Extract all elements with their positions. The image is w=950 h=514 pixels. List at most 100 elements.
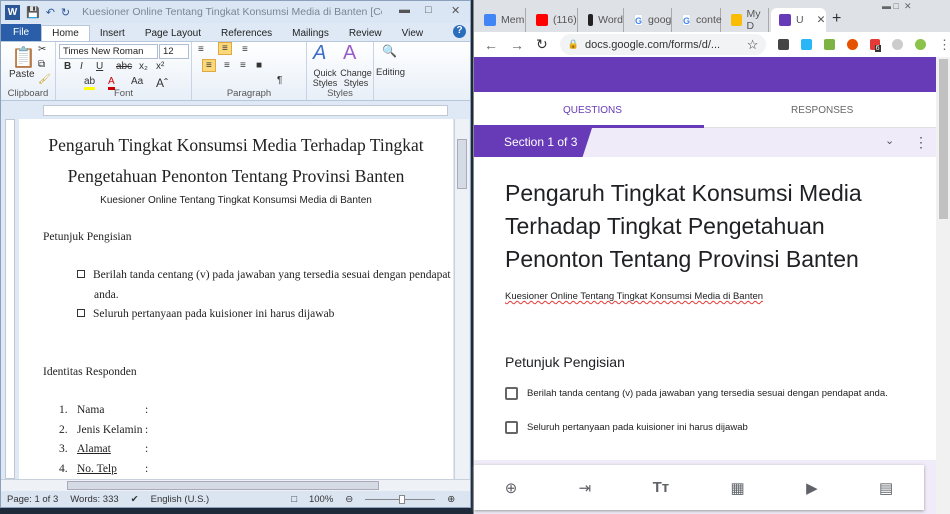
form-description[interactable]: Kuesioner Online Tentang Tingkat Konsums… <box>505 291 763 302</box>
form-title[interactable]: Pengaruh Tingkat Konsumsi Media Terhadap… <box>505 177 905 276</box>
show-marks-button[interactable]: ¶ <box>277 75 282 86</box>
browser-tab[interactable]: U ✕ <box>771 8 826 32</box>
multilevel-list-button[interactable]: ≡ <box>242 44 248 55</box>
checkbox-icon[interactable] <box>505 387 518 400</box>
tab-page-layout[interactable]: Page Layout <box>135 26 211 41</box>
align-right-button[interactable]: ≡ <box>240 60 246 71</box>
paste-button[interactable]: Paste <box>9 69 35 80</box>
add-video-icon[interactable]: ▶ <box>806 479 818 497</box>
close-tab-icon[interactable]: ✕ <box>817 14 826 26</box>
change-styles-icon[interactable]: A <box>343 42 356 65</box>
forward-icon[interactable]: → <box>510 37 524 53</box>
tab-favicon-icon <box>484 14 496 26</box>
add-section-icon[interactable]: ▤ <box>879 479 893 497</box>
word-count[interactable]: Words: 333 <box>70 494 118 505</box>
print-layout-icon[interactable]: □ <box>291 494 297 505</box>
italic-button[interactable]: I <box>80 61 83 72</box>
checkbox-icon[interactable] <box>505 421 518 434</box>
browser-tab[interactable]: My D <box>723 8 769 32</box>
browser-tab[interactable]: Word <box>580 8 624 32</box>
window-controls[interactable]: ▬ □ ✕ <box>882 1 911 12</box>
option-1[interactable]: Berilah tanda centang (v) pada jawaban y… <box>505 387 888 400</box>
bold-button[interactable]: B <box>64 61 71 72</box>
quick-styles-icon[interactable]: A <box>313 42 326 65</box>
font-name-select[interactable]: Times New Roman <box>59 44 158 59</box>
browser-scrollbar[interactable] <box>936 57 950 514</box>
close-button[interactable]: ✕ <box>451 4 460 17</box>
extension-green-icon[interactable] <box>915 39 927 50</box>
strikethrough-button[interactable]: abc <box>116 61 132 72</box>
tab-home[interactable]: Home <box>41 25 90 41</box>
bullets-button[interactable]: ≡ <box>198 44 204 55</box>
add-title-icon[interactable]: Tт <box>653 479 670 496</box>
extension-chart-icon[interactable] <box>823 39 835 50</box>
browser-tab[interactable]: (116) <box>528 8 578 32</box>
find-icon[interactable]: 🔍 <box>382 44 397 58</box>
help-icon[interactable]: ? <box>453 25 466 38</box>
change-case-button[interactable]: Aa <box>131 76 143 87</box>
tab-references[interactable]: References <box>211 26 282 41</box>
bookmark-star-icon[interactable]: ☆ <box>747 37 759 53</box>
undo-icon[interactable]: ↶ <box>46 6 55 19</box>
add-question-icon[interactable]: ⊕ <box>505 479 518 497</box>
tab-questions[interactable]: QUESTIONS <box>563 105 622 116</box>
editing-button[interactable]: Editing <box>376 67 405 78</box>
copy-icon[interactable]: ⧉ <box>38 59 45 70</box>
zoom-slider[interactable] <box>365 494 436 504</box>
address-bar[interactable]: 🔒 docs.google.com/forms/d/... ☆ <box>559 34 767 55</box>
page-count[interactable]: Page: 1 of 3 <box>7 494 58 505</box>
align-center-button[interactable]: ≡ <box>224 60 230 71</box>
browser-tab[interactable]: Ggoog <box>626 8 672 32</box>
zoom-level[interactable]: 100% <box>309 494 333 505</box>
browser-tab[interactable]: Mem <box>476 8 526 32</box>
restore-button[interactable]: □ <box>425 4 432 16</box>
cut-icon[interactable]: ✂ <box>38 44 46 55</box>
tab-mailings[interactable]: Mailings <box>282 26 339 41</box>
tab-insert[interactable]: Insert <box>90 26 135 41</box>
extension-circle-icon[interactable] <box>846 39 858 50</box>
add-image-icon[interactable]: ▦ <box>731 479 745 497</box>
proofing-icon[interactable]: ✔ <box>131 494 139 505</box>
numbering-button[interactable]: ≡ <box>218 42 232 55</box>
save-icon[interactable]: 💾 <box>26 6 40 19</box>
language[interactable]: English (U.S.) <box>151 494 210 505</box>
align-left-button[interactable]: ≡ <box>202 59 216 72</box>
question-title[interactable]: Petunjuk Pengisian <box>505 354 625 370</box>
redo-icon[interactable]: ↻ <box>61 6 70 19</box>
import-questions-icon[interactable]: ⇥ <box>579 479 592 497</box>
extension-m-icon[interactable] <box>778 39 790 50</box>
extension-copy-icon[interactable] <box>801 39 812 50</box>
tab-responses[interactable]: RESPONSES <box>791 105 853 116</box>
change-styles-button[interactable]: Change Styles <box>340 68 372 88</box>
reload-icon[interactable]: ↻ <box>536 36 548 53</box>
vertical-scrollbar[interactable] <box>454 119 469 479</box>
back-icon[interactable]: ← <box>484 37 498 53</box>
subscript-button[interactable]: x₂ <box>139 61 148 72</box>
horizontal-ruler[interactable] <box>1 101 470 119</box>
zoom-out-button[interactable]: ⊖ <box>345 494 353 505</box>
horizontal-scrollbar[interactable] <box>1 479 470 491</box>
minimize-button[interactable]: ▬ <box>399 4 410 16</box>
tab-view[interactable]: View <box>392 26 434 41</box>
paste-icon[interactable]: 📋 <box>11 45 36 70</box>
tab-review[interactable]: Review <box>339 26 392 41</box>
tab-file[interactable]: File <box>1 24 42 41</box>
superscript-button[interactable]: x² <box>156 61 164 72</box>
format-painter-icon[interactable]: 🖌 <box>38 74 51 85</box>
underline-button[interactable]: U <box>96 61 103 72</box>
zoom-in-button[interactable]: ⊕ <box>447 494 455 505</box>
extension-badge-icon[interactable]: 6 <box>869 39 881 52</box>
extension-k-icon[interactable] <box>892 39 904 50</box>
justify-button[interactable]: ■ <box>256 60 262 71</box>
document-page[interactable]: Pengaruh Tingkat Konsumsi Media Terhadap… <box>19 119 453 479</box>
quick-styles-button[interactable]: Quick Styles <box>310 68 340 88</box>
option-2[interactable]: Seluruh pertanyaan pada kuisioner ini ha… <box>505 421 748 434</box>
vertical-ruler[interactable] <box>1 119 18 479</box>
section-menu-icon[interactable]: ⋮ <box>914 134 928 151</box>
menu-dots-icon[interactable]: ⋮ <box>938 37 950 53</box>
font-size-select[interactable]: 12 <box>159 44 189 59</box>
word-logo-icon: W <box>5 4 20 20</box>
collapse-section-icon[interactable]: ⌄ <box>885 134 894 147</box>
new-tab-button[interactable]: + <box>832 10 841 28</box>
browser-tab[interactable]: Gconte <box>674 8 722 32</box>
